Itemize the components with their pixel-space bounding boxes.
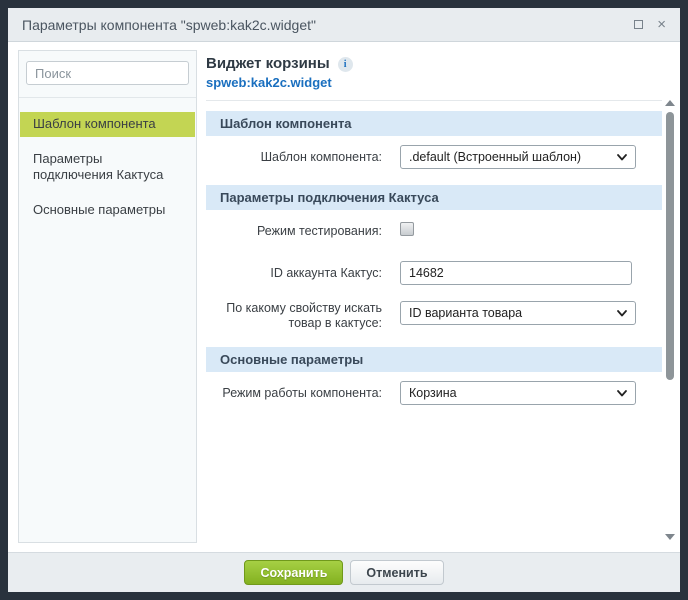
main-panel: Виджет корзины i spweb:kak2c.widget Шабл…	[206, 42, 662, 551]
cancel-button[interactable]: Отменить	[350, 560, 443, 585]
testing-mode-label: Режим тестирования:	[206, 219, 382, 243]
scroll-down-icon[interactable]	[665, 534, 675, 540]
work-mode-select-value: Корзина	[409, 386, 613, 400]
search-property-row: По какому свойству искать товар в кактус…	[206, 301, 662, 331]
scrollbar[interactable]	[663, 100, 677, 540]
sidebar-item-connection[interactable]: Параметры подключения Кактуса	[20, 146, 195, 188]
section-header-connection: Параметры подключения Кактуса	[206, 185, 662, 210]
template-row: Шаблон компонента: .default (Встроенный …	[206, 145, 662, 169]
sidebar: Шаблон компонента Параметры подключения …	[18, 50, 197, 543]
chevron-down-icon	[617, 310, 627, 317]
search-property-label: По какому свойству искать товар в кактус…	[206, 301, 382, 331]
chevron-down-icon	[617, 154, 627, 161]
close-icon[interactable]: ×	[657, 17, 666, 32]
sidebar-item-main-params[interactable]: Основные параметры	[20, 197, 195, 223]
search-property-select-value: ID варианта товара	[409, 306, 613, 320]
component-code: spweb:kak2c.widget	[206, 75, 662, 90]
testing-mode-checkbox[interactable]	[400, 222, 414, 236]
template-select[interactable]: .default (Встроенный шаблон)	[400, 145, 636, 169]
scroll-up-icon[interactable]	[665, 100, 675, 106]
work-mode-select[interactable]: Корзина	[400, 381, 636, 405]
search-input[interactable]	[26, 61, 189, 85]
section-header-main-params: Основные параметры	[206, 347, 662, 372]
account-id-input[interactable]	[400, 261, 632, 285]
sidebar-divider	[19, 97, 196, 98]
header-divider	[206, 100, 662, 101]
component-params-dialog: Параметры компонента "spweb:kak2c.widget…	[8, 8, 680, 592]
sidebar-item-template[interactable]: Шаблон компонента	[20, 112, 195, 137]
template-select-value: .default (Встроенный шаблон)	[409, 150, 613, 164]
section-header-template: Шаблон компонента	[206, 111, 662, 136]
testing-mode-row: Режим тестирования:	[206, 219, 662, 243]
save-button[interactable]: Сохранить	[244, 560, 343, 585]
chevron-down-icon	[617, 390, 627, 397]
maximize-icon[interactable]	[634, 20, 643, 29]
account-id-row: ID аккаунта Кактус:	[206, 261, 662, 285]
dialog-titlebar: Параметры компонента "spweb:kak2c.widget…	[8, 8, 680, 42]
page-head: Виджет корзины i	[206, 55, 662, 73]
dialog-body: Шаблон компонента Параметры подключения …	[8, 42, 680, 552]
window-controls: ×	[634, 17, 666, 32]
footer-bar: Сохранить Отменить	[8, 552, 680, 592]
search-property-select[interactable]: ID варианта товара	[400, 301, 636, 325]
template-label: Шаблон компонента:	[206, 145, 382, 169]
scrollbar-thumb[interactable]	[666, 112, 674, 380]
page-title: Виджет корзины	[206, 55, 330, 73]
work-mode-row: Режим работы компонента: Корзина	[206, 381, 662, 405]
work-mode-label: Режим работы компонента:	[206, 381, 382, 405]
dialog-title: Параметры компонента "spweb:kak2c.widget…	[22, 17, 634, 33]
account-id-label: ID аккаунта Кактус:	[206, 261, 382, 285]
info-icon[interactable]: i	[338, 57, 353, 72]
